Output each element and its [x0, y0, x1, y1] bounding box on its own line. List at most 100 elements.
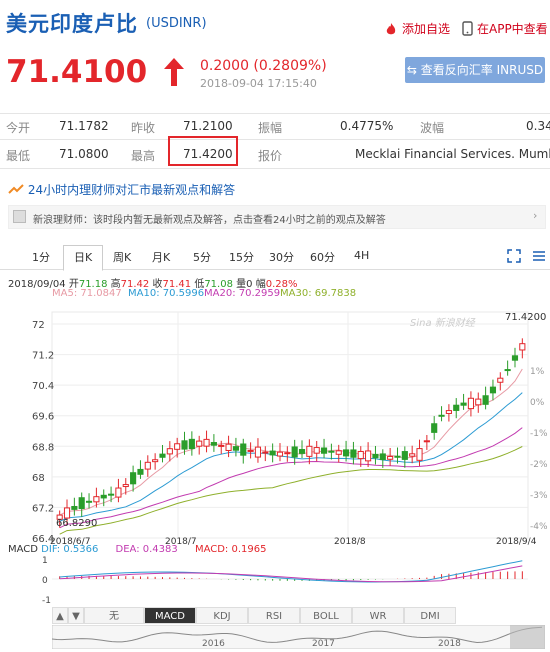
candle-body [137, 468, 144, 475]
tab-60min[interactable]: 60分 [310, 249, 335, 265]
tab-none[interactable]: 无 [84, 607, 144, 624]
candle-body [240, 443, 247, 456]
candle-body [152, 459, 159, 463]
opinion-notice-text: 新浪理财师：该时段内暂无最新观点及解答，点击查看24小时之前的观点及解答 [33, 215, 386, 226]
tab-5min[interactable]: 5分 [193, 249, 211, 265]
pct-tick-label: 0% [530, 398, 545, 408]
macd-chart: 1 0 -1 [42, 556, 528, 605]
macd-value: MACD: 0.1965 [194, 544, 267, 555]
menu-icon[interactable] [532, 249, 546, 263]
tab-daily[interactable]: 日K [63, 245, 104, 271]
tab-30min[interactable]: 30分 [269, 249, 294, 265]
candle-body [262, 451, 269, 454]
candle-body [497, 377, 504, 383]
add-favorite-link[interactable]: 添加自选 [384, 20, 450, 37]
candle-body [343, 449, 350, 457]
opinion-notice[interactable]: 新浪理财师：该时段内暂无最新观点及解答，点击查看24小时之前的观点及解答 › [8, 205, 546, 229]
reverse-rate-label: 查看反向汇率 INRUSD [420, 63, 544, 77]
reverse-rate-button[interactable]: ⇆ 查看反向汇率 INRUSD [405, 57, 545, 83]
pct-tick-label: -3% [530, 491, 548, 501]
scroll-down-button[interactable]: ▼ [68, 607, 84, 624]
candle-body [144, 461, 151, 470]
candle-body [431, 423, 438, 433]
opinion-title: 24小时内理财师对汇市最新观点和解答 [27, 183, 236, 197]
max-label: 71.4200 [505, 312, 546, 323]
candle-body [460, 402, 467, 406]
wave-value: 0.34 [526, 119, 550, 133]
kline-chart[interactable]: 7271.270.469.668.86867.266.41%0%-1%-2%-3… [0, 300, 550, 545]
pair-title: 美元印度卢比 [6, 12, 138, 36]
candle-body [335, 450, 342, 455]
tab-dmi[interactable]: DMI [404, 607, 456, 624]
fullscreen-icon[interactable] [507, 249, 521, 263]
y-tick-label: 68.8 [32, 442, 54, 453]
candle-body [475, 398, 482, 406]
candle-body [203, 438, 210, 447]
candle-body [254, 446, 262, 458]
range-label-2016: 2016 [202, 639, 225, 649]
chevron-right-icon: › [533, 209, 538, 222]
candle-body [482, 395, 489, 405]
candle-body [100, 494, 107, 499]
candle-body [188, 438, 195, 450]
app-view-label: 在APP中查看 [477, 22, 548, 36]
open-value: 71.1782 [59, 119, 109, 133]
candle-body [423, 440, 430, 443]
app-view-link[interactable]: 在APP中查看 [462, 20, 548, 37]
pct-tick-label: -1% [530, 429, 548, 439]
opinion-header[interactable]: 24小时内理财师对汇市最新观点和解答 [8, 181, 235, 198]
candle-body [181, 440, 188, 450]
y-tick-label: 71.2 [32, 351, 54, 362]
tab-1min[interactable]: 1分 [32, 249, 50, 265]
y-tick-label: 72 [32, 320, 45, 331]
candle-body [196, 440, 203, 447]
ma20-line [59, 427, 523, 529]
candle-body [122, 484, 129, 488]
ma20-label: MA20: 70.2959 [204, 288, 281, 299]
candle-body [467, 397, 474, 410]
chart-frame [51, 311, 529, 539]
ma30-label: MA30: 69.7838 [280, 288, 357, 299]
candle-body [445, 410, 452, 414]
macd-tick: -1 [42, 596, 51, 605]
tab-macd[interactable]: MACD [144, 607, 196, 624]
tab-monthly[interactable]: 月K [152, 249, 170, 265]
candle-body [504, 369, 511, 372]
flame-icon [386, 22, 396, 34]
wave-label: 波幅 [420, 121, 445, 135]
candle-body [394, 455, 401, 458]
tab-wr[interactable]: WR [352, 607, 404, 624]
candle-body [320, 447, 328, 454]
candle-body [511, 355, 519, 361]
candle-body [166, 448, 173, 455]
ma10-label: MA10: 70.5996 [128, 288, 205, 299]
range-handle[interactable] [510, 625, 545, 649]
tab-15min[interactable]: 15分 [229, 249, 254, 265]
candle-body [306, 445, 313, 457]
tab-rsi[interactable]: RSI [248, 607, 300, 624]
range-label-2018: 2018 [438, 639, 461, 649]
open-label: 今开 [6, 121, 31, 135]
range-navigator[interactable]: 2016 2017 2018 [52, 625, 545, 649]
tab-weekly[interactable]: 周K [113, 249, 131, 265]
candle-body [115, 487, 122, 498]
dif-value: DIF: 0.5366 [41, 544, 99, 555]
candle-body [489, 386, 497, 394]
tab-kdj[interactable]: KDJ [196, 607, 248, 624]
scroll-up-button[interactable]: ▲ [52, 607, 68, 624]
y-tick-label: 67.2 [32, 503, 54, 514]
macd-tick: 1 [42, 556, 48, 566]
range-label-2017: 2017 [312, 639, 335, 649]
amplitude-value: 0.4775% [340, 119, 394, 133]
tab-boll[interactable]: BOLL [300, 607, 352, 624]
avatar [13, 210, 26, 223]
high-label: 最高 [131, 149, 156, 163]
macd-legend: MACD DIF: 0.5366 DEA: 0.4383 MACD: 0.196… [8, 544, 266, 555]
tab-4h[interactable]: 4H [354, 249, 369, 262]
candle-body [174, 443, 181, 450]
stats-table: 今开 71.1782 昨收 71.2100 振幅 0.4775% 波幅 0.34… [0, 113, 550, 169]
candle-body [409, 453, 416, 457]
candle-body [379, 453, 386, 461]
candle-body [372, 453, 379, 459]
candle-body [365, 450, 372, 462]
